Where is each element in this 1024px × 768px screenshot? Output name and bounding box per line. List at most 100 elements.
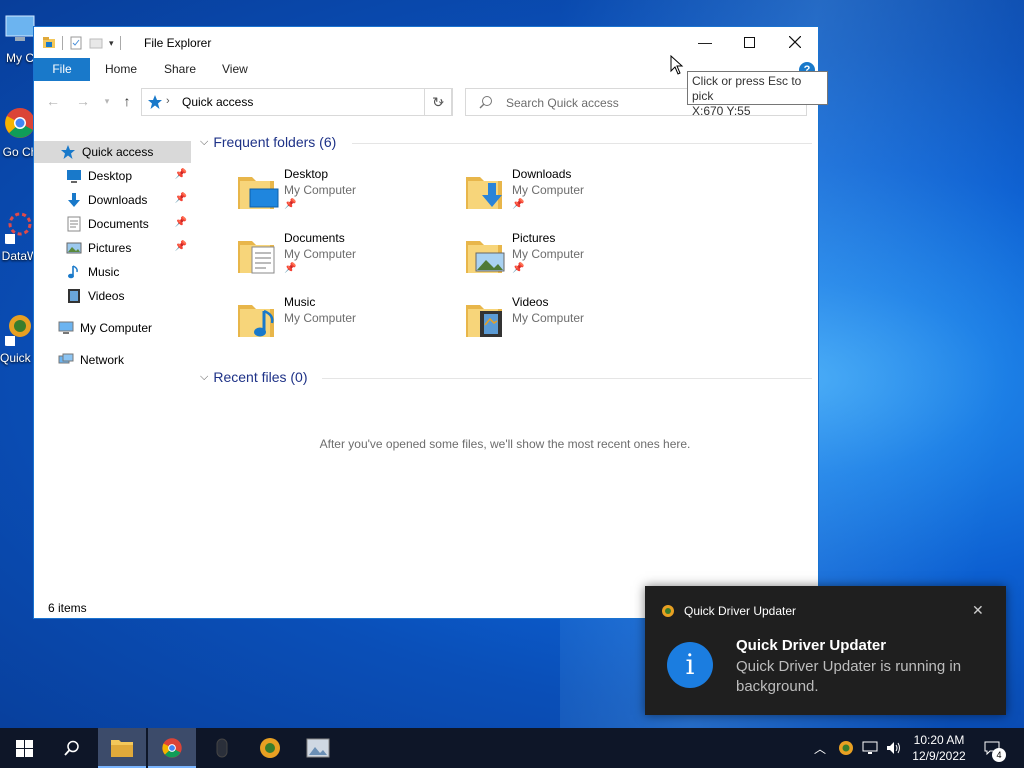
sidebar-item-network[interactable]: Network [34, 349, 191, 371]
search-button[interactable] [48, 728, 96, 768]
folder-name: Desktop [284, 167, 329, 181]
show-hidden-icons-button[interactable]: ︿ [814, 728, 832, 768]
tray-quick-driver-updater[interactable] [838, 728, 856, 768]
sidebar-item-music[interactable]: Music [34, 261, 191, 283]
search-input[interactable]: Search Quick access [506, 96, 619, 110]
folder-tile-downloads[interactable]: Downloads My Computer 📌 [464, 167, 684, 227]
customize-toolbar-chevron-icon[interactable]: ▾ [109, 38, 114, 49]
taskbar-image-app[interactable] [294, 728, 342, 768]
folder-name: Pictures [512, 231, 556, 245]
sidebar-item-downloads[interactable]: Downloads 📌 [34, 189, 191, 211]
tray-volume[interactable] [886, 728, 904, 768]
star-icon [61, 145, 75, 159]
title-bar[interactable]: ▾ File Explorer — [34, 27, 818, 58]
content-pane: ⌵ Frequent folders (6) Desktop My Comput… [192, 127, 818, 597]
chevron-down-icon: ▾ [104, 96, 110, 106]
quick-driver-updater-icon [839, 741, 853, 755]
taskbar-file-explorer[interactable] [98, 728, 146, 768]
tab-share[interactable]: Share [164, 58, 196, 81]
taskbar-chrome[interactable] [148, 728, 196, 768]
folder-tile-documents[interactable]: Documents My Computer 📌 [236, 231, 456, 291]
start-button[interactable] [0, 728, 48, 768]
up-arrow-icon: ↑ [123, 93, 131, 109]
sidebar-item-videos[interactable]: Videos [34, 285, 191, 307]
pin-icon[interactable]: 📌 [175, 193, 187, 204]
refresh-button[interactable]: ↻ [424, 88, 452, 116]
sidebar-item-label: My Computer [80, 321, 153, 335]
tab-home[interactable]: Home [105, 58, 137, 81]
forward-button[interactable]: → [74, 92, 92, 110]
folder-tile-music[interactable]: Music My Computer [236, 295, 456, 355]
sidebar-item-documents[interactable]: Documents 📌 [34, 213, 191, 235]
collapse-chevron-icon: ⌵ [200, 135, 209, 148]
picker-tooltip: Click or press Esc to pick X:670 Y:55 [687, 71, 828, 118]
address-text: Quick access [182, 95, 254, 109]
toast-app-name: Quick Driver Updater [684, 604, 797, 618]
toolbar-separator [119, 36, 121, 50]
system-clock[interactable]: 10:20 AM 12/9/2022 [906, 732, 972, 764]
properties-icon[interactable] [69, 36, 83, 50]
up-button[interactable]: ↑ [118, 92, 136, 110]
tray-network[interactable] [862, 728, 880, 768]
tooltip-instruction: Click or press Esc to pick [692, 74, 802, 103]
videos-folder-icon [466, 305, 502, 337]
section-title: Recent files (0) [213, 369, 308, 385]
maximize-icon [743, 36, 755, 48]
folder-tile-pictures[interactable]: Pictures My Computer 📌 [464, 231, 684, 291]
clock-date: 12/9/2022 [912, 749, 966, 763]
info-icon: i [667, 642, 713, 688]
sidebar-item-label: Quick access [82, 145, 154, 159]
folder-location: My Computer [284, 247, 357, 261]
new-folder-icon[interactable] [89, 36, 103, 50]
sidebar-item-label: Music [88, 265, 120, 279]
maximize-button[interactable] [726, 27, 772, 57]
pin-icon[interactable]: 📌 [175, 169, 187, 180]
refresh-icon: ↻ [432, 94, 444, 110]
pin-icon[interactable]: 📌 [175, 217, 187, 228]
folder-icon [111, 740, 133, 757]
sidebar-item-desktop[interactable]: Desktop 📌 [34, 165, 191, 187]
folder-location: My Computer [512, 311, 585, 325]
chrome-icon [5, 108, 35, 138]
taskbar-quick-driver-updater[interactable] [246, 728, 294, 768]
frequent-folders-header[interactable]: ⌵ Frequent folders (6) [200, 132, 336, 152]
music-folder-icon [68, 265, 78, 279]
folder-tile-desktop[interactable]: Desktop My Computer 📌 [236, 167, 456, 227]
section-title: Frequent folders (6) [213, 134, 337, 150]
music-folder-icon [238, 305, 274, 337]
breadcrumb-chevron-icon: › [166, 95, 170, 107]
notification-count-badge: 4 [992, 748, 1006, 762]
folder-tile-videos[interactable]: Videos My Computer [464, 295, 684, 355]
notification-toast[interactable]: Quick Driver Updater ✕ i Quick Driver Up… [645, 586, 1006, 715]
sidebar-item-pictures[interactable]: Pictures 📌 [34, 237, 191, 259]
clock-time: 10:20 AM [913, 733, 965, 747]
pin-icon: 📌 [512, 199, 525, 210]
recent-files-empty-message: After you've opened some files, we'll sh… [319, 437, 691, 451]
sidebar-item-label: Desktop [88, 169, 133, 183]
sidebar-item-label: Documents [88, 217, 149, 231]
close-button[interactable] [772, 27, 818, 57]
recent-files-header[interactable]: ⌵ Recent files (0) [200, 367, 308, 387]
taskbar-mouse-app[interactable] [198, 728, 246, 768]
chrome-icon [162, 738, 182, 758]
pin-icon[interactable]: 📌 [175, 241, 187, 252]
tab-file[interactable]: File [34, 58, 90, 81]
sidebar-item-my-computer[interactable]: My Computer [34, 317, 191, 339]
address-bar[interactable]: › Quick access ⌄ [141, 88, 453, 116]
recent-locations-button[interactable]: ▾ [98, 92, 116, 110]
tab-view[interactable]: View [222, 58, 248, 81]
sidebar-item-quick-access[interactable]: Quick access [34, 141, 191, 163]
videos-folder-icon [68, 289, 80, 303]
search-icon [479, 96, 492, 109]
navigation-pane: Quick access Desktop 📌 Downloads 📌 Docum… [34, 135, 191, 595]
toast-close-icon[interactable]: ✕ [972, 602, 984, 619]
pin-icon: 📌 [284, 199, 297, 210]
downloads-folder-icon [466, 177, 502, 209]
tooltip-coordinates: X:670 Y:55 [692, 104, 751, 118]
minimize-button[interactable]: — [682, 27, 728, 57]
back-button[interactable]: ← [44, 92, 62, 110]
minimize-icon: — [698, 34, 712, 50]
sidebar-item-label: Videos [88, 289, 125, 303]
computer-icon [5, 15, 35, 41]
toast-title: Quick Driver Updater [736, 637, 887, 654]
